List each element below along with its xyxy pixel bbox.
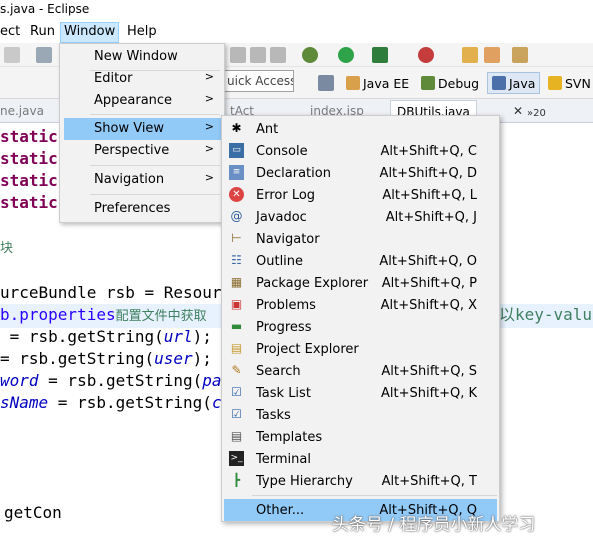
declaration-icon: ≡ — [229, 165, 244, 180]
perspective-debug[interactable]: Debug — [421, 72, 479, 94]
code-line: word = rsb.getString(pa — [0, 371, 222, 390]
menu-run[interactable]: Run — [30, 24, 55, 39]
menu-bar: ect Run Window Help — [0, 22, 593, 43]
view-item-package-explorer[interactable]: ▦ Package Explorer Alt+Shift+Q, P — [224, 272, 497, 294]
more-tabs-count[interactable]: »20 — [527, 108, 546, 119]
show-view-submenu: ✱ Ant ▭ Console Alt+Shift+Q, C ≡ Declaration… — [221, 115, 500, 522]
menu-separator — [90, 194, 220, 195]
navigator-icon: ⊢ — [231, 231, 242, 245]
view-item-search[interactable]: ✎ Search Alt+Shift+Q, S — [224, 360, 497, 382]
svn-icon — [548, 76, 562, 90]
menu-item-preferences[interactable]: Preferences — [64, 198, 222, 220]
javadoc-icon: @ — [230, 209, 243, 223]
open-folder-icon[interactable] — [462, 47, 478, 63]
chevron-right-icon: > — [204, 171, 214, 184]
menu-item-show-view[interactable]: Show View > — [64, 118, 222, 140]
quick-access-input[interactable]: uick Access — [222, 70, 294, 92]
code-line: static — [0, 171, 58, 190]
view-item-console[interactable]: ▭ Console Alt+Shift+Q, C — [224, 140, 497, 162]
terminal-icon: >_ — [229, 451, 244, 466]
perspective-java-ee[interactable]: Java EE — [346, 72, 409, 94]
view-item-navigator[interactable]: ⊢ Navigator — [224, 228, 497, 250]
problems-icon: ▣ — [230, 297, 243, 311]
code-line: = rsb.getString(url); — [0, 327, 212, 346]
open-type-icon[interactable] — [484, 47, 500, 63]
ant-icon: ✱ — [231, 121, 242, 135]
type-hierarchy-icon: ┣ — [232, 473, 241, 487]
view-item-project-explorer[interactable]: ▤ Project Explorer — [224, 338, 497, 360]
menu-separator — [252, 495, 497, 496]
code-comment: 块 — [0, 241, 14, 256]
perspective-java[interactable]: Java — [487, 72, 541, 94]
chevron-right-icon: > — [204, 142, 214, 155]
chevron-right-icon: > — [204, 120, 214, 133]
menu-separator — [90, 165, 220, 166]
code-line: getCon — [4, 503, 62, 522]
progress-icon: ▬ — [230, 319, 243, 333]
debug-perspective-icon — [421, 76, 435, 90]
project-explorer-icon: ▤ — [230, 341, 243, 355]
debug-icon[interactable] — [302, 47, 318, 63]
code-line: static — [0, 193, 58, 212]
error-log-icon: ✕ — [229, 187, 244, 202]
open-perspective-icon[interactable] — [318, 75, 334, 91]
outline-icon: ☷ — [231, 253, 242, 267]
run-config-icon[interactable] — [418, 47, 434, 63]
menu-item-navigation[interactable]: Navigation > — [64, 169, 222, 191]
task-list-icon: ☑ — [231, 385, 242, 399]
run-icon[interactable] — [338, 47, 354, 63]
menu-item-new-window[interactable]: New Window — [64, 46, 222, 68]
chevron-right-icon: > — [204, 70, 214, 83]
toolbar-icon[interactable] — [4, 47, 20, 63]
toolbar-icon[interactable] — [270, 47, 286, 63]
java-ee-icon — [346, 76, 360, 90]
view-item-outline[interactable]: ☷ Outline Alt+Shift+Q, O — [224, 250, 497, 272]
toolbar-icon[interactable] — [36, 47, 52, 63]
view-item-problems[interactable]: ▣ Problems Alt+Shift+Q, X — [224, 294, 497, 316]
menu-item-perspective[interactable]: Perspective > — [64, 140, 222, 162]
view-item-progress[interactable]: ▬ Progress — [224, 316, 497, 338]
view-item-error-log[interactable]: ✕ Error Log Alt+Shift+Q, L — [224, 184, 497, 206]
code-line: static — [0, 127, 58, 146]
menu-project[interactable]: ect — [0, 24, 20, 39]
menu-window[interactable]: Window — [60, 22, 120, 43]
search-icon: ✎ — [231, 363, 242, 377]
code-line: sName = rsb.getString(c — [0, 393, 222, 412]
code-line: = rsb.getString(user); — [0, 349, 212, 368]
code-line: urceBundle rsb = Resour — [0, 283, 222, 302]
window-title: s.java - Eclipse — [0, 2, 90, 16]
view-item-terminal[interactable]: >_ Terminal — [224, 448, 497, 470]
templates-icon: ▤ — [230, 429, 243, 443]
menu-item-appearance[interactable]: Appearance > — [64, 90, 222, 112]
view-item-declaration[interactable]: ≡ Declaration Alt+Shift+Q, D — [224, 162, 497, 184]
code-line: static — [0, 149, 58, 168]
toolbar-icon[interactable] — [230, 47, 246, 63]
view-item-tasks[interactable]: ☑ Tasks — [224, 404, 497, 426]
watermark-text: 头条号 / 程序员小新人学习 — [332, 515, 536, 535]
console-icon: ▭ — [229, 143, 244, 158]
menu-help[interactable]: Help — [127, 24, 157, 39]
run-external-icon[interactable] — [372, 47, 388, 63]
tasks-icon: ☑ — [231, 407, 242, 421]
menu-item-editor[interactable]: Editor > — [64, 68, 222, 90]
java-perspective-icon — [492, 76, 506, 90]
perspective-svn[interactable]: SVN — [548, 72, 591, 94]
close-icon[interactable]: ✕ — [513, 104, 523, 118]
view-item-type-hierarchy[interactable]: ┣ Type Hierarchy Alt+Shift+Q, T — [224, 470, 497, 492]
package-explorer-icon: ▦ — [230, 275, 243, 289]
tool-icon[interactable] — [512, 47, 528, 63]
window-menu: New Window Editor > Appearance > Show View… — [59, 43, 225, 223]
title-bar: s.java - Eclipse — [0, 0, 593, 20]
view-item-task-list[interactable]: ☑ Task List Alt+Shift+Q, K — [224, 382, 497, 404]
tab-ne-java[interactable]: ne.java — [0, 104, 44, 118]
chevron-right-icon: > — [204, 92, 214, 105]
view-item-ant[interactable]: ✱ Ant — [224, 118, 497, 140]
toolbar-icon[interactable] — [250, 47, 266, 63]
view-item-templates[interactable]: ▤ Templates — [224, 426, 497, 448]
view-item-javadoc[interactable]: @ Javadoc Alt+Shift+Q, J — [224, 206, 497, 228]
menu-separator — [90, 114, 220, 115]
